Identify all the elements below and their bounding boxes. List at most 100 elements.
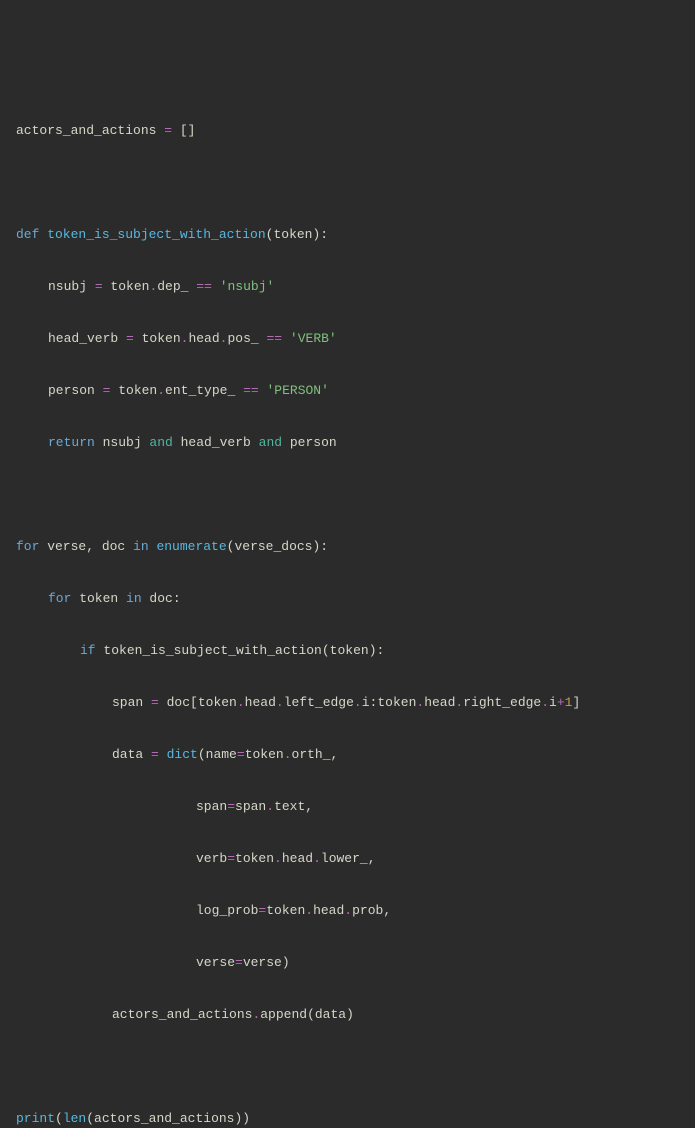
blank-line — [16, 1054, 679, 1080]
variable: nsubj — [48, 279, 87, 294]
paren: ): — [369, 643, 385, 658]
paren: ( — [322, 643, 330, 658]
identifier: token — [330, 643, 369, 658]
variable: head_verb — [48, 331, 118, 346]
blank-line — [16, 170, 679, 196]
operator: = — [143, 695, 166, 710]
attribute: lower_ — [321, 851, 368, 866]
dot: . — [252, 1007, 260, 1022]
paren: ) — [346, 1007, 354, 1022]
variable: person — [48, 383, 95, 398]
variable: span — [112, 695, 143, 710]
code-line-6: person = token.ent_type_ == 'PERSON' — [16, 378, 679, 404]
number: 1 — [565, 695, 573, 710]
comma: , — [368, 851, 376, 866]
paren: ( — [307, 1007, 315, 1022]
paren: )) — [234, 1111, 250, 1126]
keyword-in: in — [126, 591, 142, 606]
operator: == — [235, 383, 266, 398]
kwarg: verse — [196, 955, 235, 970]
identifier: token — [245, 747, 284, 762]
code-line-12: span = doc[token.head.left_edge.i:token.… — [16, 690, 679, 716]
operator: = — [227, 799, 235, 814]
variable: actors_and_actions — [16, 123, 156, 138]
colon: : — [370, 695, 378, 710]
attribute: prob — [352, 903, 383, 918]
attribute: ent_type_ — [165, 383, 235, 398]
paren: ): — [312, 539, 328, 554]
code-line-13: data = dict(name=token.orth_, — [16, 742, 679, 768]
keyword-in: in — [133, 539, 149, 554]
kwarg: name — [206, 747, 237, 762]
code-line-18: actors_and_actions.append(data) — [16, 1002, 679, 1028]
builtin: dict — [167, 747, 198, 762]
keyword-and: and — [259, 435, 282, 450]
identifier: head_verb — [173, 435, 259, 450]
dot: . — [416, 695, 424, 710]
operator: = — [87, 279, 110, 294]
operator: == — [259, 331, 290, 346]
code-line-17: verse=verse) — [16, 950, 679, 976]
attribute: head — [424, 695, 455, 710]
code-line-14: span=span.text, — [16, 794, 679, 820]
operator: = — [235, 955, 243, 970]
code-line-7: return nsubj and head_verb and person — [16, 430, 679, 456]
operator: = — [227, 851, 235, 866]
keyword-def: def — [16, 227, 39, 242]
attribute: head — [188, 331, 219, 346]
dot: . — [344, 903, 352, 918]
string: 'VERB' — [290, 331, 337, 346]
code-line-16: log_prob=token.head.prob, — [16, 898, 679, 924]
code-line-4: nsubj = token.dep_ == 'nsubj' — [16, 274, 679, 300]
paren: ( — [55, 1111, 63, 1126]
code-line-5: head_verb = token.head.pos_ == 'VERB' — [16, 326, 679, 352]
dot: . — [541, 695, 549, 710]
keyword-if: if — [80, 643, 96, 658]
builtin-print: print — [16, 1111, 55, 1126]
operator: = — [237, 747, 245, 762]
string: 'nsubj' — [220, 279, 275, 294]
identifier: verse — [243, 955, 282, 970]
code-line-1: actors_and_actions = [] — [16, 118, 679, 144]
method: append — [260, 1007, 307, 1022]
attribute: head — [282, 851, 313, 866]
comma: , — [331, 747, 339, 762]
paren: ( — [86, 1111, 94, 1126]
identifier: token — [198, 695, 237, 710]
brackets: [] — [180, 123, 196, 138]
comma: , — [305, 799, 313, 814]
code-line-20: print(len(actors_and_actions)) — [16, 1106, 679, 1128]
attribute: i — [549, 695, 557, 710]
variable: data — [112, 747, 143, 762]
operator: + — [557, 695, 565, 710]
identifier: doc — [167, 695, 190, 710]
dot: . — [157, 383, 165, 398]
attribute: left_edge — [284, 695, 354, 710]
kwarg: log_prob — [196, 903, 258, 918]
identifier: token — [71, 591, 126, 606]
dot: . — [305, 903, 313, 918]
attribute: pos_ — [227, 331, 258, 346]
kwarg: verb — [196, 851, 227, 866]
attribute: head — [313, 903, 344, 918]
dot: . — [274, 851, 282, 866]
code-line-11: if token_is_subject_with_action(token): — [16, 638, 679, 664]
attribute: i — [362, 695, 370, 710]
attribute: head — [245, 695, 276, 710]
dot: . — [455, 695, 463, 710]
operator: = — [258, 903, 266, 918]
identifier: token — [118, 383, 157, 398]
identifier: token — [142, 331, 181, 346]
function-call: token_is_subject_with_action — [96, 643, 322, 658]
dot: . — [266, 799, 274, 814]
attribute: text — [274, 799, 305, 814]
identifier: token — [266, 903, 305, 918]
operator: = — [95, 383, 118, 398]
keyword-return: return — [48, 435, 95, 450]
dot: . — [354, 695, 362, 710]
keyword-for: for — [16, 539, 39, 554]
identifier: data — [315, 1007, 346, 1022]
dot: . — [276, 695, 284, 710]
identifier: verse, doc — [39, 539, 133, 554]
identifier: actors_and_actions — [94, 1111, 234, 1126]
